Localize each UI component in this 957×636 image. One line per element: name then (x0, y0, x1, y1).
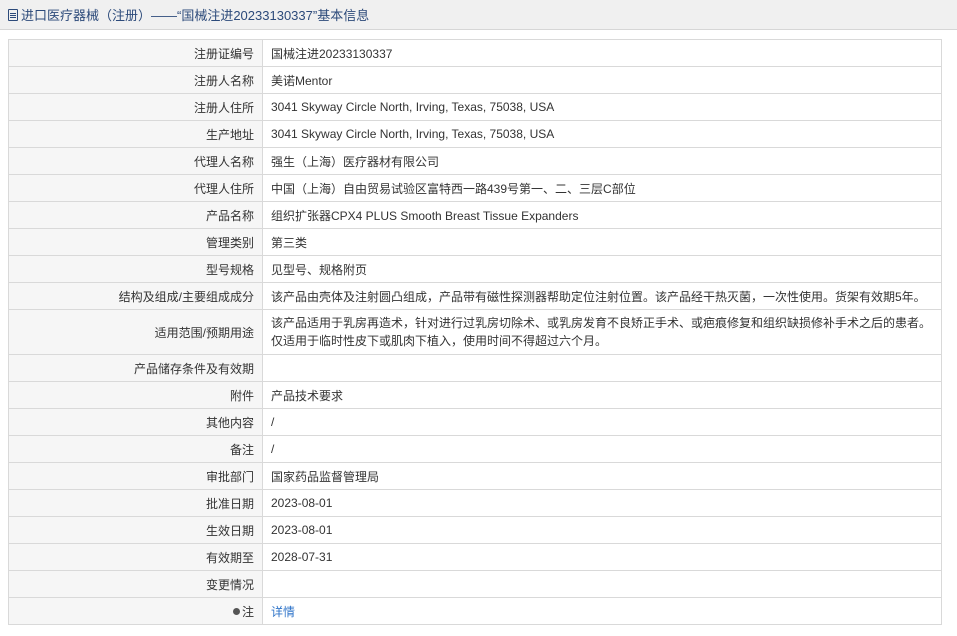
table-row: 代理人名称 强生（上海）医疗器材有限公司 (8, 147, 942, 175)
table-row: 生效日期 2023-08-01 (8, 516, 942, 544)
field-label: 附件 (8, 381, 263, 409)
field-value: 国家药品监督管理局 (262, 462, 942, 490)
table-row: 附件 产品技术要求 (8, 381, 942, 409)
detail-table-body: 注册证编号 国械注进20233130337 注册人名称 美诺Mentor 注册人住所… (8, 39, 942, 625)
field-value: 美诺Mentor (262, 66, 942, 94)
detail-table: 注册证编号 国械注进20233130337 注册人名称 美诺Mentor 注册人住所… (8, 39, 942, 625)
field-value: 第三类 (262, 228, 942, 256)
note-label: 注 (241, 604, 254, 619)
page-header: 进口医疗器械（注册）——“国械注进20233130337”基本信息 (0, 0, 957, 30)
field-label: 生产地址 (8, 120, 263, 148)
table-row: 批准日期 2023-08-01 (8, 489, 942, 517)
field-label: 审批部门 (8, 462, 263, 490)
field-label: 其他内容 (8, 408, 263, 436)
table-row: 有效期至 2028-07-31 (8, 543, 942, 571)
detail-table-wrap: 注册证编号 国械注进20233130337 注册人名称 美诺Mentor 注册人住所… (8, 39, 942, 625)
field-value (262, 570, 942, 598)
field-label: 生效日期 (8, 516, 263, 544)
table-row: 注册证编号 国械注进20233130337 (8, 39, 942, 67)
field-value: 该产品由壳体及注射圆凸组成，产品带有磁性探测器帮助定位注射位置。该产品经干热灭菌… (262, 282, 942, 310)
note-value-cell: 详情 (262, 597, 942, 625)
table-row: 变更情况 (8, 570, 942, 598)
field-value: 强生（上海）医疗器材有限公司 (262, 147, 942, 175)
field-value: 3041 Skyway Circle North, Irving, Texas,… (262, 93, 942, 121)
field-label: 适用范围/预期用途 (8, 309, 263, 355)
field-label: 注册人住所 (8, 93, 263, 121)
table-row: 注册人名称 美诺Mentor (8, 66, 942, 94)
table-row: 备注 / (8, 435, 942, 463)
page-title: 进口医疗器械（注册）——“国械注进20233130337”基本信息 (21, 8, 370, 23)
field-label: 变更情况 (8, 570, 263, 598)
table-row: 生产地址 3041 Skyway Circle North, Irving, Te… (8, 120, 942, 148)
table-row: 适用范围/预期用途 该产品适用于乳房再造术，针对进行过乳房切除术、或乳房发育不良矫… (8, 309, 942, 355)
field-value: 3041 Skyway Circle North, Irving, Texas,… (262, 120, 942, 148)
note-label-cell: 注 (8, 597, 263, 625)
field-value: 国械注进20233130337 (262, 39, 942, 67)
table-row: 管理类别 第三类 (8, 228, 942, 256)
field-label: 注册证编号 (8, 39, 263, 67)
field-label: 注册人名称 (8, 66, 263, 94)
table-row: 审批部门 国家药品监督管理局 (8, 462, 942, 490)
table-row-note: 注 详情 (8, 597, 942, 625)
field-value: 中国（上海）自由贸易试验区富特西一路439号第一、二、三层C部位 (262, 174, 942, 202)
field-label: 有效期至 (8, 543, 263, 571)
document-icon (8, 8, 18, 21)
field-value: 见型号、规格附页 (262, 255, 942, 283)
table-row: 其他内容 / (8, 408, 942, 436)
table-row: 产品储存条件及有效期 (8, 354, 942, 382)
field-label: 代理人名称 (8, 147, 263, 175)
field-value: / (262, 408, 942, 436)
details-link[interactable]: 详情 (271, 605, 295, 619)
table-row: 结构及组成/主要组成成分 该产品由壳体及注射圆凸组成，产品带有磁性探测器帮助定位注… (8, 282, 942, 310)
field-label: 型号规格 (8, 255, 263, 283)
field-value (262, 354, 942, 382)
field-value: 组织扩张器CPX4 PLUS Smooth Breast Tissue Expa… (262, 201, 942, 229)
field-value: 2023-08-01 (262, 516, 942, 544)
table-row: 代理人住所 中国（上海）自由贸易试验区富特西一路439号第一、二、三层C部位 (8, 174, 942, 202)
field-label: 产品储存条件及有效期 (8, 354, 263, 382)
field-label: 产品名称 (8, 201, 263, 229)
field-value: / (262, 435, 942, 463)
field-label: 代理人住所 (8, 174, 263, 202)
field-label: 批准日期 (8, 489, 263, 517)
field-value: 2028-07-31 (262, 543, 942, 571)
field-value: 该产品适用于乳房再造术，针对进行过乳房切除术、或乳房发育不良矫正手术、或疤痕修复… (262, 309, 942, 355)
field-label: 备注 (8, 435, 263, 463)
field-label: 管理类别 (8, 228, 263, 256)
table-row: 产品名称 组织扩张器CPX4 PLUS Smooth Breast Tissue … (8, 201, 942, 229)
field-value: 产品技术要求 (262, 381, 942, 409)
table-row: 型号规格 见型号、规格附页 (8, 255, 942, 283)
field-value: 2023-08-01 (262, 489, 942, 517)
pin-icon (232, 607, 240, 615)
table-row: 注册人住所 3041 Skyway Circle North, Irving, T… (8, 93, 942, 121)
field-label: 结构及组成/主要组成成分 (8, 282, 263, 310)
